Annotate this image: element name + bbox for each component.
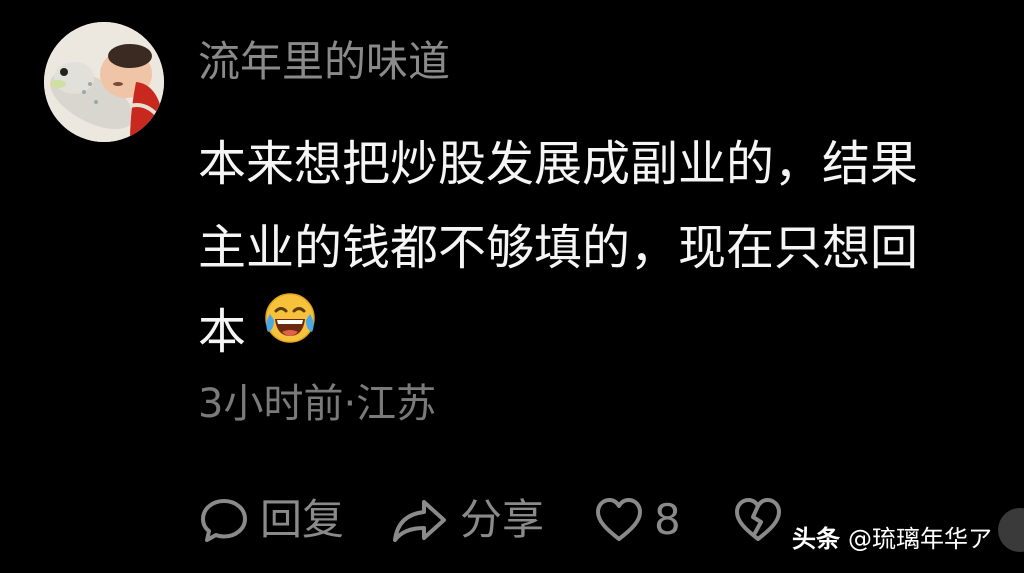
action-bar: 回复 分享 8 [198, 488, 783, 552]
comment-line-2: 主业的钱都不够填的，现在只想回 [198, 220, 919, 276]
heart-icon [594, 495, 644, 545]
watermark-brand: 头条 [792, 525, 840, 553]
dislike-button[interactable] [733, 495, 783, 545]
share-label: 分享 [460, 495, 545, 544]
watermark: 头条 @琉璃年华ア [792, 522, 992, 556]
reply-button[interactable]: 回复 [198, 494, 344, 546]
like-count: 8 [654, 495, 681, 544]
comment-meta: 3小时前·江苏 [198, 381, 437, 427]
comment-line-3: 本 [198, 290, 958, 374]
floating-edge-button[interactable] [998, 508, 1024, 552]
reply-bubble-icon [198, 494, 250, 546]
comment-line-1: 本来想把炒股发展成副业的，结果 [198, 136, 919, 192]
avatar-image [44, 22, 164, 142]
comment-text: 本来想把炒股发展成副业的，结果 主业的钱都不够填的，现在只想回 本 [198, 122, 958, 374]
broken-heart-icon [733, 495, 783, 545]
laughing-crying-emoji-icon [262, 288, 318, 372]
share-arrow-icon [390, 494, 450, 546]
watermark-handle: @琉璃年华ア [848, 525, 992, 553]
reply-label: 回复 [260, 495, 345, 544]
avatar[interactable] [44, 22, 164, 142]
username[interactable]: 流年里的味道 [198, 36, 450, 88]
share-button[interactable]: 分享 [390, 494, 544, 546]
comment-line-3-text: 本 [198, 304, 247, 360]
like-button[interactable]: 8 [594, 494, 681, 546]
comment-screen: 流年里的味道 本来想把炒股发展成副业的，结果 主业的钱都不够填的，现在只想回 本… [0, 0, 1024, 573]
